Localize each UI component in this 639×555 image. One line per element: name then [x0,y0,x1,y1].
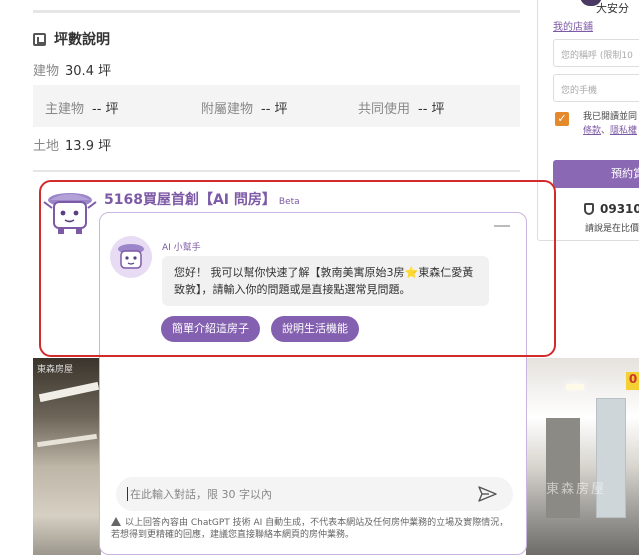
building-value: 30.4 坪 [65,64,112,79]
agree-text: 我已閱讀並同 條款、隱私權 [583,110,639,138]
agent-phone[interactable]: 09310 [584,202,639,216]
ceiling-beam [36,433,98,448]
chat-input[interactable]: 在此輸入對話，限 30 字以內 [116,477,513,511]
ai-disclaimer: 以上回答內容由 ChatGPT 技術 AI 自動生成，不代表本網站及任何房仲業務… [111,517,515,541]
auxiliary-building-label: 附屬建物 [201,102,254,117]
book-viewing-button[interactable]: 預約賞 [553,160,639,188]
phone-note: 請說是在比價 [585,224,639,234]
highlight-annotation [39,180,556,357]
agent-store-name: 大安分 [596,2,629,15]
listing-photo-left[interactable]: 東森房屋 [33,358,101,555]
land-area-row: 土地 13.9 坪 [33,135,111,154]
agent-phone-number: 09310 [600,202,639,216]
building-label: 建物 [33,64,60,79]
listing-photo-right[interactable]: 0 東森房屋 [526,358,639,555]
land-label: 土地 [33,139,60,154]
photo-watermark: 東森房屋 [546,482,607,497]
privacy-link[interactable]: 隱私權 [610,126,637,136]
name-input[interactable]: 您的稱呼 (限制10 [553,39,639,67]
main-building-label: 主建物 [45,102,85,117]
agree-line: 我已閱讀並同 [583,112,638,122]
ceiling-beam [38,381,100,403]
my-store-link[interactable]: 我的店鋪 [553,18,593,33]
common-use-label: 共同使用 [358,102,411,117]
text-cursor [127,487,128,501]
main-building-item: 主建物 -- 坪 [45,98,119,117]
warning-icon [111,517,121,526]
auxiliary-building-value: -- 坪 [261,102,288,117]
brand-badge: 0 [626,372,639,390]
top-divider [33,10,520,13]
section-divider [33,170,520,172]
building-breakdown: 主建物 -- 坪 附屬建物 -- 坪 共同使用 -- 坪 [33,85,520,127]
terms-link[interactable]: 條款 [583,126,601,136]
common-use-value: -- 坪 [418,102,445,117]
agree-checkbox[interactable]: ✓ [555,112,569,126]
ai-disclaimer-text: 以上回答內容由 ChatGPT 技術 AI 自動生成，不代表本網站及任何房仲業務… [111,518,509,540]
photo-watermark: 東森房屋 [37,365,74,375]
building-area-row: 建物 30.4 坪 [33,60,111,79]
area-icon [33,32,46,46]
pillar [596,398,626,518]
main-building-value: -- 坪 [92,102,119,117]
area-section-title: 坪數說明 [33,29,110,49]
send-icon[interactable] [478,486,497,502]
agree-separator: 、 [601,126,611,136]
ceiling-lamp [566,384,584,390]
phone-icon [584,203,594,215]
phone-input[interactable]: 您的手機 [553,74,639,102]
area-section-label: 坪數說明 [54,32,110,48]
elevator-door [546,418,580,518]
common-use-item: 共同使用 -- 坪 [358,98,445,117]
auxiliary-building-item: 附屬建物 -- 坪 [201,98,288,117]
land-value: 13.9 坪 [65,139,112,154]
